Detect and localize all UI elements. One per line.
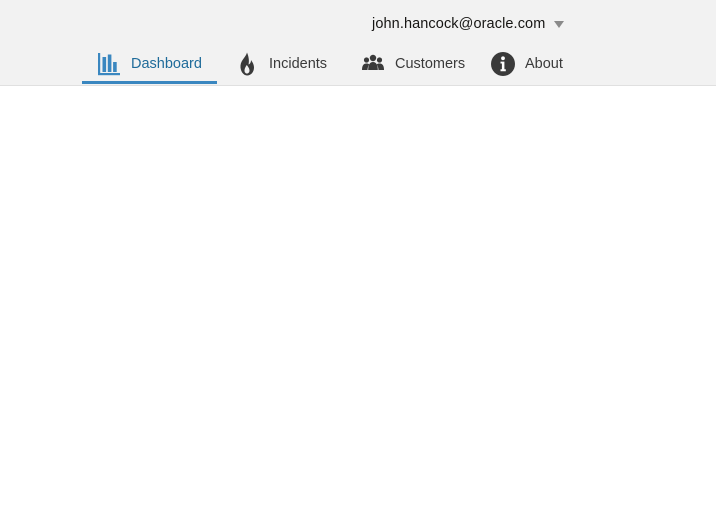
- main-content: [0, 86, 716, 526]
- bar-chart-icon: [96, 51, 122, 77]
- user-email[interactable]: john.hancock@oracle.com: [372, 16, 545, 32]
- caret-down-icon[interactable]: [554, 21, 565, 28]
- main-nav: Dashboard Incidents Customers About: [82, 44, 565, 84]
- tab-customers[interactable]: Customers: [354, 44, 475, 84]
- app-header: john.hancock@oracle.com Dashboard Incide…: [0, 0, 716, 86]
- tab-label: Incidents: [269, 56, 328, 72]
- user-menu[interactable]: john.hancock@oracle.com: [372, 14, 565, 34]
- tab-incidents[interactable]: Incidents: [217, 44, 354, 84]
- tab-label: Dashboard: [131, 56, 202, 72]
- fire-icon: [234, 51, 260, 77]
- info-icon: [490, 51, 516, 77]
- tab-dashboard[interactable]: Dashboard: [82, 44, 217, 84]
- tab-label: Customers: [395, 56, 466, 72]
- people-icon: [360, 51, 386, 77]
- tab-label: About: [525, 56, 563, 72]
- tab-about[interactable]: About: [475, 44, 565, 84]
